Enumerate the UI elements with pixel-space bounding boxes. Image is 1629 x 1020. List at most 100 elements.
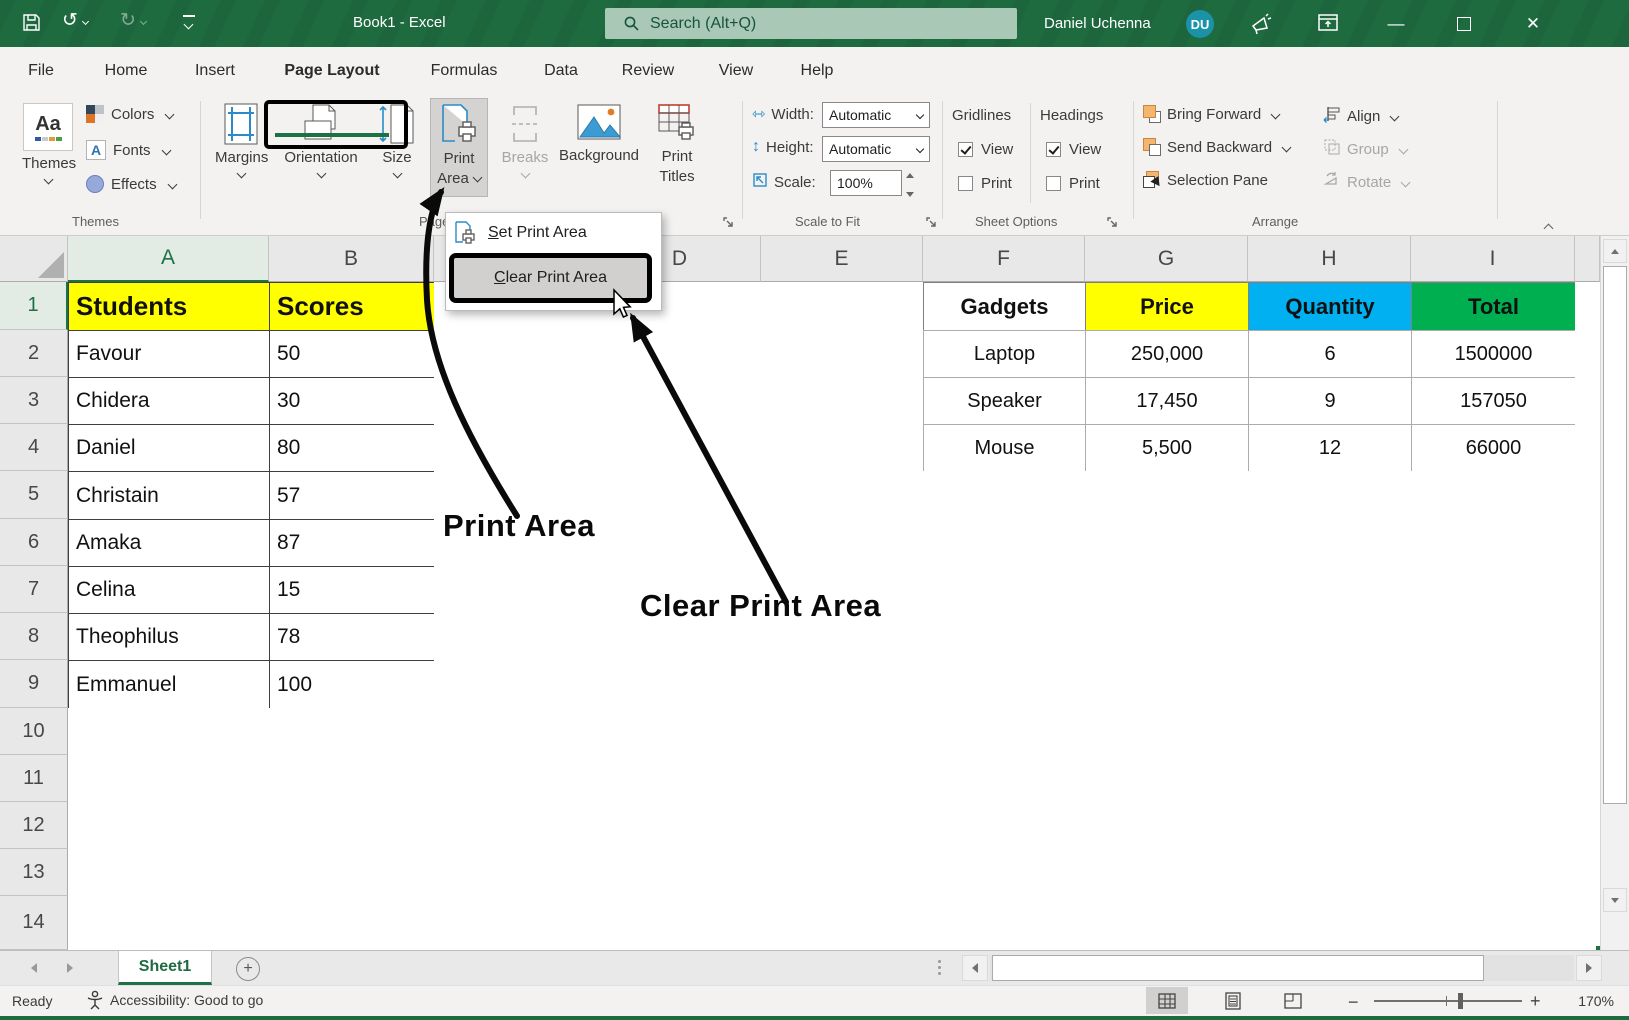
row-header-4[interactable]: 4 xyxy=(0,424,68,471)
cell-E6[interactable] xyxy=(761,519,924,567)
cell-F11[interactable] xyxy=(923,755,1086,803)
select-all-corner[interactable] xyxy=(0,236,68,282)
cell-F4[interactable]: Mouse xyxy=(923,424,1086,472)
row-header-10[interactable]: 10 xyxy=(0,708,68,755)
colors-button[interactable]: Colors xyxy=(86,105,173,123)
cell-C10[interactable] xyxy=(434,708,600,756)
row-header-8[interactable]: 8 xyxy=(0,613,68,660)
cell-B13[interactable] xyxy=(269,849,435,897)
tab-view[interactable]: View xyxy=(712,47,760,95)
row-header-9[interactable]: 9 xyxy=(0,660,68,708)
cell-E12[interactable] xyxy=(761,802,924,850)
cell-A1[interactable]: Students xyxy=(68,282,270,331)
cell-G1[interactable]: Price xyxy=(1085,282,1249,331)
effects-button[interactable]: Effects xyxy=(86,175,176,193)
cell-A8[interactable]: Theophilus xyxy=(68,613,270,661)
print-area-button[interactable]: Print Area xyxy=(430,98,488,197)
row-header-1[interactable]: 1 xyxy=(0,282,68,330)
cell-H10[interactable] xyxy=(1248,708,1412,756)
zoom-out-button[interactable]: − xyxy=(1348,992,1359,1013)
themes-button[interactable]: Aa Themes xyxy=(22,103,74,189)
cell-F6[interactable] xyxy=(923,519,1086,567)
cell-C4[interactable] xyxy=(434,424,600,472)
cell-J3[interactable] xyxy=(1575,377,1600,425)
cell-E1[interactable] xyxy=(761,282,924,331)
cell-D6[interactable] xyxy=(599,519,762,567)
collapse-ribbon-icon[interactable] xyxy=(1540,217,1552,234)
cell-C8[interactable] xyxy=(434,613,600,661)
scroll-up-icon[interactable] xyxy=(1603,239,1627,263)
page-setup-dialog-launcher[interactable] xyxy=(722,216,735,233)
cell-A4[interactable]: Daniel xyxy=(68,424,270,472)
cell-G8[interactable] xyxy=(1085,613,1249,661)
cell-F8[interactable] xyxy=(923,613,1086,661)
tab-review[interactable]: Review xyxy=(616,47,680,95)
scale-spinner[interactable] xyxy=(906,170,914,200)
cell-H7[interactable] xyxy=(1248,566,1412,614)
next-sheet-icon[interactable] xyxy=(58,956,82,980)
cell-D11[interactable] xyxy=(599,755,762,803)
cell-I7[interactable] xyxy=(1411,566,1576,614)
cell-I1[interactable]: Total xyxy=(1411,282,1576,331)
margins-button[interactable]: Margins xyxy=(215,103,267,183)
new-sheet-button[interactable]: + xyxy=(236,957,260,981)
avatar[interactable]: DU xyxy=(1186,10,1214,38)
cell-C13[interactable] xyxy=(434,849,600,897)
row-header-3[interactable]: 3 xyxy=(0,377,68,424)
gridlines-print-checkbox[interactable]: Print xyxy=(958,175,1012,192)
hscroll-thumb[interactable] xyxy=(992,955,1484,981)
cell-B3[interactable]: 30 xyxy=(269,377,435,425)
column-header-H[interactable]: H xyxy=(1248,236,1411,282)
cell-I12[interactable] xyxy=(1411,802,1576,850)
background-button[interactable]: Background xyxy=(558,103,640,164)
width-select[interactable]: Automatic xyxy=(822,102,930,128)
cell-G6[interactable] xyxy=(1085,519,1249,567)
cell-B7[interactable]: 15 xyxy=(269,566,435,614)
cell-D2[interactable] xyxy=(599,330,762,378)
cell-J12[interactable] xyxy=(1575,802,1600,850)
cell-J1[interactable] xyxy=(1575,282,1600,331)
cell-A2[interactable]: Favour xyxy=(68,330,270,378)
cell-H1[interactable]: Quantity xyxy=(1248,282,1412,331)
normal-view-button[interactable] xyxy=(1146,987,1188,1014)
undo-button[interactable]: ↺ xyxy=(62,11,88,30)
cell-I10[interactable] xyxy=(1411,708,1576,756)
cell-H14[interactable] xyxy=(1248,896,1412,950)
cell-F2[interactable]: Laptop xyxy=(923,330,1086,378)
cell-A14[interactable] xyxy=(68,896,270,950)
cell-I13[interactable] xyxy=(1411,849,1576,897)
redo-button[interactable]: ↻ xyxy=(120,11,146,30)
cell-D10[interactable] xyxy=(599,708,762,756)
zoom-level[interactable]: 170% xyxy=(1556,993,1614,1009)
zoom-in-button[interactable]: + xyxy=(1530,991,1541,1012)
cell-A11[interactable] xyxy=(68,755,270,803)
cell-B10[interactable] xyxy=(269,708,435,756)
search-box[interactable]: Search (Alt+Q) xyxy=(605,8,1017,39)
cell-J8[interactable] xyxy=(1575,613,1600,661)
cell-B8[interactable]: 78 xyxy=(269,613,435,661)
cell-I14[interactable] xyxy=(1411,896,1576,950)
maximize-button[interactable] xyxy=(1442,0,1486,47)
cell-I5[interactable] xyxy=(1411,471,1576,520)
page-break-preview-button[interactable] xyxy=(1272,987,1314,1014)
height-select[interactable]: Automatic xyxy=(822,136,930,162)
cell-B2[interactable]: 50 xyxy=(269,330,435,378)
cell-F7[interactable] xyxy=(923,566,1086,614)
cell-J14[interactable] xyxy=(1575,896,1600,950)
feedback-icon[interactable] xyxy=(1248,10,1274,36)
cell-H8[interactable] xyxy=(1248,613,1412,661)
cell-F1[interactable]: Gadgets xyxy=(923,282,1086,331)
page-layout-view-button[interactable] xyxy=(1212,987,1254,1014)
row-header-6[interactable]: 6 xyxy=(0,519,68,566)
cell-J9[interactable] xyxy=(1575,660,1600,709)
cell-B14[interactable] xyxy=(269,896,435,950)
cell-C2[interactable] xyxy=(434,330,600,378)
save-icon[interactable] xyxy=(22,13,41,32)
cell-E11[interactable] xyxy=(761,755,924,803)
headings-view-checkbox[interactable]: View xyxy=(1046,141,1101,158)
column-header-G[interactable]: G xyxy=(1085,236,1248,282)
cell-H9[interactable] xyxy=(1248,660,1412,709)
align-button[interactable]: Align xyxy=(1323,105,1398,127)
cell-I9[interactable] xyxy=(1411,660,1576,709)
cell-A10[interactable] xyxy=(68,708,270,756)
